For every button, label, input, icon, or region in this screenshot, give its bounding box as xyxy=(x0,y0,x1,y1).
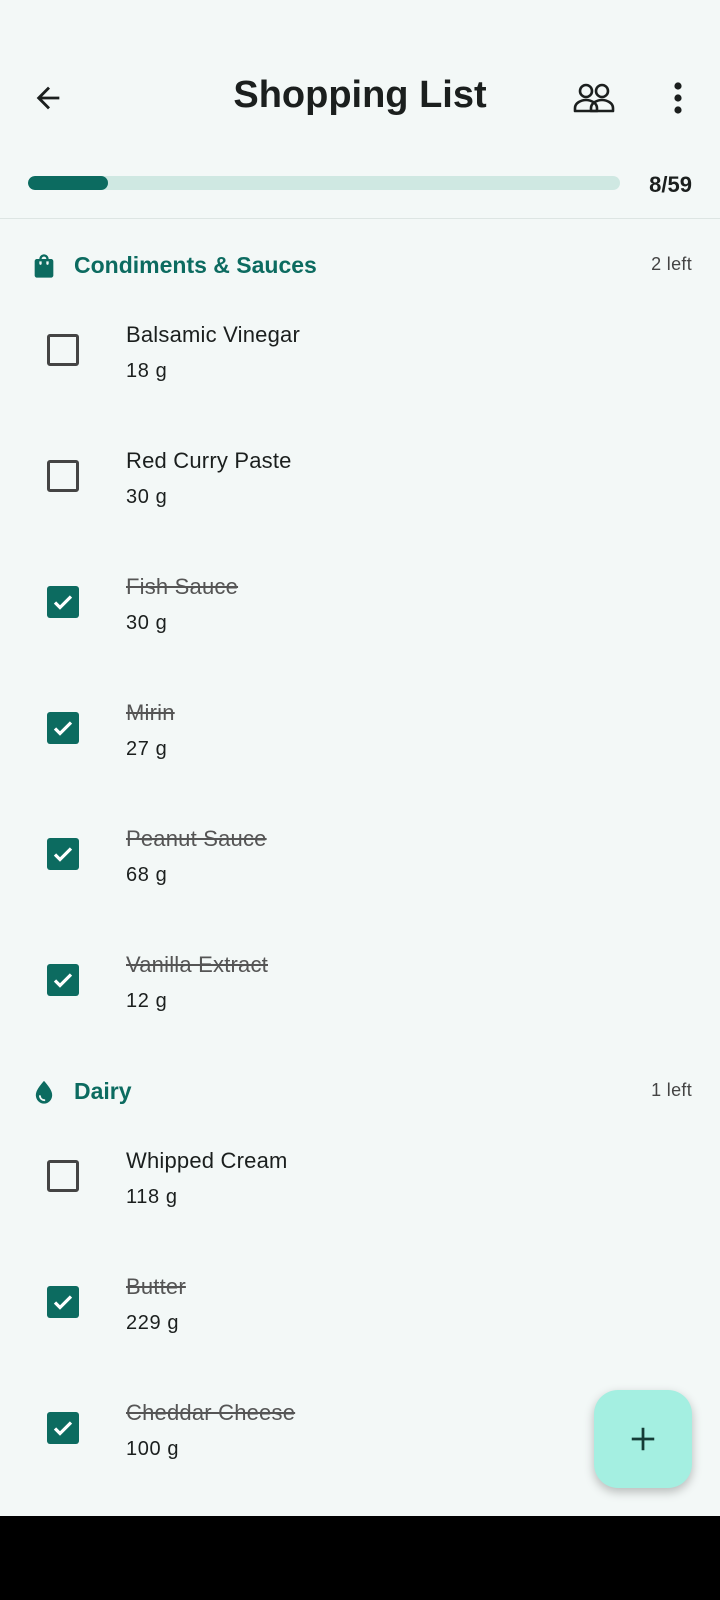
checkbox-unchecked[interactable] xyxy=(47,1160,79,1192)
item-name: Fish Sauce xyxy=(126,574,239,599)
item-name: Butter xyxy=(126,1274,186,1299)
item-quantity: 30 g xyxy=(126,486,168,508)
checkbox-checked[interactable] xyxy=(47,712,79,744)
item-name: Peanut Sauce xyxy=(126,826,267,851)
item-quantity: 68 g xyxy=(126,864,168,886)
check-icon xyxy=(53,1421,73,1436)
section-remaining-count: 2 left xyxy=(651,254,692,274)
shopping-bag-icon xyxy=(34,254,54,278)
progress-count: 8/59 xyxy=(649,172,692,197)
section-header-condiments: Condiments & Sauces 2 left xyxy=(0,238,720,294)
checkbox-checked[interactable] xyxy=(47,1286,79,1318)
item-name: Vanilla Extract xyxy=(126,952,268,977)
item-name: Mirin xyxy=(126,700,175,725)
progress-bar xyxy=(28,176,620,190)
section-header-dairy: Dairy 1 left xyxy=(0,1064,720,1120)
item-quantity: 27 g xyxy=(126,738,168,760)
item-quantity: 118 g xyxy=(126,1186,178,1208)
list-item[interactable]: Butter 229 g xyxy=(0,1258,720,1384)
section-title: Condiments & Sauces xyxy=(74,252,317,278)
checkbox-checked[interactable] xyxy=(47,586,79,618)
top-app-bar: Shopping List xyxy=(0,52,720,144)
checkbox-unchecked[interactable] xyxy=(47,460,79,492)
system-navigation-bar xyxy=(0,1516,720,1600)
list-item[interactable]: Vanilla Extract 12 g xyxy=(0,936,720,1062)
share-members-button[interactable] xyxy=(570,74,618,122)
item-name: Cheddar Cheese xyxy=(126,1400,296,1425)
item-name: Red Curry Paste xyxy=(126,448,292,473)
list-item[interactable]: Whipped Cream 118 g xyxy=(0,1132,720,1258)
list-item[interactable]: Mirin 27 g xyxy=(0,684,720,810)
checkbox-checked[interactable] xyxy=(47,838,79,870)
checkbox-checked[interactable] xyxy=(47,1412,79,1444)
check-icon xyxy=(53,721,73,736)
divider xyxy=(0,218,720,219)
list-item[interactable]: Peanut Sauce 68 g xyxy=(0,810,720,936)
item-quantity: 18 g xyxy=(126,360,168,382)
item-name: Whipped Cream xyxy=(126,1148,288,1173)
checkbox-checked[interactable] xyxy=(47,964,79,996)
list-item[interactable]: Red Curry Paste 30 g xyxy=(0,432,720,558)
item-quantity: 12 g xyxy=(126,990,168,1012)
progress-fill xyxy=(28,176,109,190)
list-item[interactable]: Fish Sauce 30 g xyxy=(0,558,720,684)
item-quantity: 229 g xyxy=(126,1312,180,1334)
check-icon xyxy=(53,973,73,988)
plus-icon xyxy=(631,1427,655,1451)
check-icon xyxy=(53,1295,73,1310)
water-drop-icon xyxy=(35,1080,53,1104)
item-quantity: 30 g xyxy=(126,612,168,634)
check-icon xyxy=(53,595,73,610)
checkbox-unchecked[interactable] xyxy=(47,334,79,366)
add-item-button[interactable] xyxy=(594,1390,692,1488)
check-icon xyxy=(53,847,73,862)
more-options-button[interactable] xyxy=(654,74,702,122)
people-icon xyxy=(573,83,615,113)
list-item[interactable]: Balsamic Vinegar 18 g xyxy=(0,306,720,432)
section-remaining-count: 1 left xyxy=(651,1080,692,1100)
section-title: Dairy xyxy=(74,1078,132,1104)
screen: Shopping List 8/59 Condiments & Sauces 2… xyxy=(0,0,720,1600)
more-vert-icon xyxy=(674,82,682,114)
item-quantity: 100 g xyxy=(126,1438,180,1460)
item-name: Balsamic Vinegar xyxy=(126,322,300,347)
